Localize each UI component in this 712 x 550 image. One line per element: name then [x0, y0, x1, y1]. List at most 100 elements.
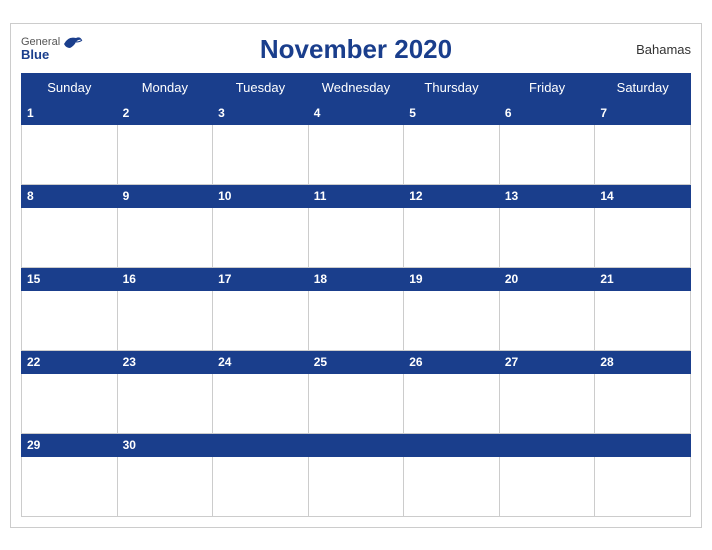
- date-num-24: 24: [213, 350, 309, 373]
- days-of-week-row: Sunday Monday Tuesday Wednesday Thursday…: [22, 73, 691, 101]
- day-cell-15: [22, 290, 118, 350]
- day-number-19: 19: [409, 272, 422, 286]
- date-num-7: 7: [595, 101, 691, 124]
- week-content-row-5: [22, 456, 691, 516]
- day-number-11: 11: [314, 189, 327, 203]
- date-num-16: 16: [117, 267, 213, 290]
- day-number-4: 4: [314, 106, 321, 120]
- col-wednesday: Wednesday: [308, 73, 404, 101]
- day-number-12: 12: [409, 189, 422, 203]
- day-number-2: 2: [123, 106, 130, 120]
- date-num-22: 22: [22, 350, 118, 373]
- date-num-29: 29: [22, 433, 118, 456]
- date-num-17: 17: [213, 267, 309, 290]
- date-num-11: 11: [308, 184, 404, 207]
- date-num-empty: [595, 433, 691, 456]
- calendar-body: 1234567891011121314151617181920212223242…: [22, 101, 691, 516]
- date-num-20: 20: [499, 267, 595, 290]
- day-number-10: 10: [218, 189, 231, 203]
- day-cell-27: [499, 373, 595, 433]
- day-number-13: 13: [505, 189, 518, 203]
- col-sunday: Sunday: [22, 73, 118, 101]
- date-num-4: 4: [308, 101, 404, 124]
- day-number-26: 26: [409, 355, 422, 369]
- day-number-25: 25: [314, 355, 327, 369]
- day-number-7: 7: [600, 106, 607, 120]
- day-cell-30: [117, 456, 213, 516]
- day-cell-6: [499, 124, 595, 184]
- day-number-16: 16: [123, 272, 136, 286]
- day-cell-26: [404, 373, 500, 433]
- date-num-6: 6: [499, 101, 595, 124]
- day-cell-4: [308, 124, 404, 184]
- day-number-20: 20: [505, 272, 518, 286]
- country-label: Bahamas: [636, 42, 691, 57]
- day-number-6: 6: [505, 106, 512, 120]
- day-cell-17: [213, 290, 309, 350]
- calendar-header: General Blue November 2020 Bahamas: [21, 34, 691, 65]
- calendar-title: November 2020: [260, 34, 452, 65]
- day-cell-9: [117, 207, 213, 267]
- date-num-28: 28: [595, 350, 691, 373]
- day-cell-21: [595, 290, 691, 350]
- date-num-1: 1: [22, 101, 118, 124]
- day-cell-10: [213, 207, 309, 267]
- logo-blue: Blue: [21, 48, 60, 62]
- day-cell-19: [404, 290, 500, 350]
- day-cell-11: [308, 207, 404, 267]
- day-number-21: 21: [600, 272, 613, 286]
- date-num-26: 26: [404, 350, 500, 373]
- day-cell-empty-6: [595, 456, 691, 516]
- day-cell-3: [213, 124, 309, 184]
- date-num-3: 3: [213, 101, 309, 124]
- date-num-18: 18: [308, 267, 404, 290]
- week-num-row-3: 15 16 17 18 19 20 21: [22, 267, 691, 290]
- week-num-row-2: 891011121314: [22, 184, 691, 207]
- week-content-row-4: [22, 373, 691, 433]
- date-num-19: 19: [404, 267, 500, 290]
- day-number-27: 27: [505, 355, 518, 369]
- date-num-14: 14: [595, 184, 691, 207]
- day-number-22: 22: [27, 355, 40, 369]
- date-num-5: 5: [404, 101, 500, 124]
- date-num-25: 25: [308, 350, 404, 373]
- week-content-row-2: [22, 207, 691, 267]
- date-num-empty: [404, 433, 500, 456]
- day-number-15: 15: [27, 272, 40, 286]
- calendar-container: General Blue November 2020 Bahamas Sunda…: [10, 23, 702, 528]
- day-number-3: 3: [218, 106, 225, 120]
- date-num-empty: [213, 433, 309, 456]
- day-cell-25: [308, 373, 404, 433]
- date-num-empty: [308, 433, 404, 456]
- week-content-row-1: [22, 124, 691, 184]
- day-cell-empty-4: [404, 456, 500, 516]
- date-num-12: 12: [404, 184, 500, 207]
- day-cell-12: [404, 207, 500, 267]
- logo-area: General Blue: [21, 36, 84, 62]
- week-num-row-5: 29 30: [22, 433, 691, 456]
- date-num-2: 2: [117, 101, 213, 124]
- day-cell-empty-3: [308, 456, 404, 516]
- date-num-15: 15: [22, 267, 118, 290]
- calendar-table: Sunday Monday Tuesday Wednesday Thursday…: [21, 73, 691, 517]
- day-number-17: 17: [218, 272, 231, 286]
- day-cell-24: [213, 373, 309, 433]
- day-cell-1: [22, 124, 118, 184]
- day-cell-7: [595, 124, 691, 184]
- week-num-row-4: 22232425262728: [22, 350, 691, 373]
- date-num-10: 10: [213, 184, 309, 207]
- col-saturday: Saturday: [595, 73, 691, 101]
- day-cell-8: [22, 207, 118, 267]
- col-monday: Monday: [117, 73, 213, 101]
- day-cell-empty-2: [213, 456, 309, 516]
- day-number-30: 30: [123, 438, 136, 452]
- day-number-9: 9: [123, 189, 130, 203]
- day-number-24: 24: [218, 355, 231, 369]
- day-number-28: 28: [600, 355, 613, 369]
- day-cell-2: [117, 124, 213, 184]
- day-cell-23: [117, 373, 213, 433]
- week-num-row-1: 1234567: [22, 101, 691, 124]
- day-cell-20: [499, 290, 595, 350]
- date-num-empty: [499, 433, 595, 456]
- day-cell-5: [404, 124, 500, 184]
